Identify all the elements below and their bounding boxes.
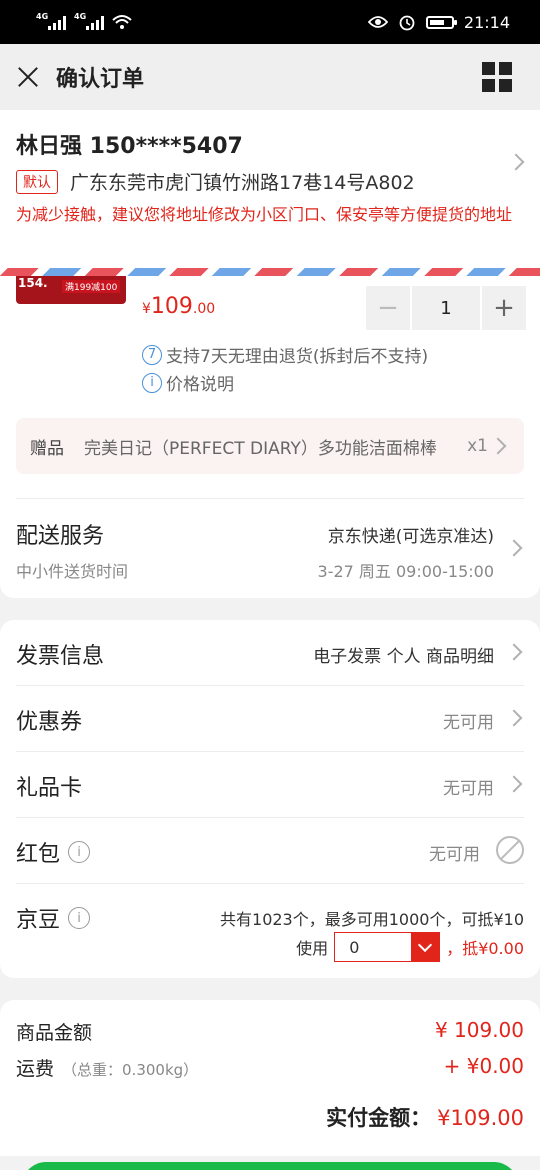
coupon-label: 优惠券 xyxy=(16,710,83,735)
invoice-label: 发票信息 xyxy=(16,644,105,669)
beans-select[interactable]: 0 xyxy=(334,932,441,962)
gift-count: x1 xyxy=(467,436,488,456)
invoice-value: 电子发票 个人 商品明细 xyxy=(313,647,494,667)
beans-label: 京豆 i xyxy=(16,902,91,934)
close-icon[interactable] xyxy=(16,65,40,89)
goods-amount-row: 商品金额 ¥ 109.00 xyxy=(16,1018,524,1045)
price-summary-card: 商品金额 ¥ 109.00 运费 （总重：0.300kg） + ¥0.00 xyxy=(0,1000,540,1098)
goods-amount-value: ¥ 109.00 xyxy=(434,1018,524,1042)
quantity-stepper: − 1 + xyxy=(366,286,526,330)
total-bar: 实付金额： ¥109.00 xyxy=(0,1098,540,1156)
chevron-down-icon[interactable] xyxy=(411,932,440,962)
shipping-carrier: 京东快递(可选京准达) xyxy=(327,527,494,547)
shipping-time: 3-27 周五 09:00-15:00 xyxy=(317,562,494,581)
chevron-right-icon xyxy=(505,539,523,557)
decrease-button[interactable]: − xyxy=(366,286,410,330)
wifi-icon xyxy=(112,15,132,29)
beans-row: 京豆 i 共有1023个，最多可用1000个，可抵¥10 使用 0 ，抵¥0.00 xyxy=(16,884,524,978)
chevron-right-icon xyxy=(505,775,523,793)
product-price: ¥109.00 xyxy=(142,294,216,319)
header-bar: 确认订单 xyxy=(0,44,540,110)
unavailable-icon xyxy=(496,836,524,864)
invoice-row[interactable]: 发票信息 电子发票 个人 商品明细 xyxy=(16,620,524,686)
product-image[interactable]: 154. 满199减100 xyxy=(16,276,126,304)
shipping-subtitle: 中小件送货时间 xyxy=(16,562,129,581)
beans-use: 使用 0 ，抵¥0.00 xyxy=(296,932,524,962)
freight-value: + ¥0.00 xyxy=(443,1054,524,1078)
signal-icon: 4G xyxy=(36,12,66,30)
coupon-row[interactable]: 优惠券 无可用 xyxy=(16,686,524,752)
chevron-right-icon xyxy=(505,709,523,727)
quantity-value[interactable]: 1 xyxy=(412,286,480,330)
gift-label: 赠品 xyxy=(30,438,64,459)
coupon-value: 无可用 xyxy=(443,713,494,733)
redpacket-value: 无可用 xyxy=(429,845,480,865)
eye-icon xyxy=(367,16,388,28)
giftcard-row[interactable]: 礼品卡 无可用 xyxy=(16,752,524,818)
product-card: 154. 满199减100 ¥109.00 − 1 + 7 支持7天无理由退货(拆… xyxy=(0,276,540,598)
network-status: 4G 4G xyxy=(36,12,132,30)
gift-name: 完美日记（PERFECT DIARY）多功能洁面棉棒 xyxy=(84,438,437,459)
grid-menu-icon[interactable] xyxy=(482,62,512,92)
beans-offset: ，抵¥0.00 xyxy=(446,939,524,958)
address-detail: 广东东莞市虎门镇竹洲路17巷14号A802 xyxy=(70,172,415,194)
divider xyxy=(16,498,524,499)
info-icon[interactable]: i xyxy=(68,841,91,863)
page-title: 确认订单 xyxy=(56,67,145,92)
freight-label: 运费 xyxy=(16,1058,55,1080)
chevron-right-icon xyxy=(505,643,523,661)
total-amount: 实付金额： ¥109.00 xyxy=(326,1106,524,1130)
info-icon[interactable]: i xyxy=(68,907,91,929)
signal-icon: 4G xyxy=(74,12,104,30)
default-address-badge: 默认 xyxy=(16,169,58,194)
increase-button[interactable]: + xyxy=(482,286,526,330)
chevron-right-icon xyxy=(489,437,507,455)
address-card[interactable]: 林日强 150****5407 默认 广东东莞市虎门镇竹洲路17巷14号A802… xyxy=(0,110,540,280)
beans-use-label: 使用 xyxy=(296,939,329,958)
freight-row: 运费 （总重：0.300kg） + ¥0.00 xyxy=(16,1054,524,1081)
recipient-name-phone: 林日强 150****5407 xyxy=(16,134,243,159)
clock: 21:14 xyxy=(463,12,510,32)
battery-icon xyxy=(425,15,457,29)
giftcard-value: 无可用 xyxy=(443,779,494,799)
redpacket-row: 红包 i 无可用 xyxy=(16,818,524,884)
price-note-link[interactable]: i 价格说明 xyxy=(142,370,234,395)
shipping-title: 配送服务 xyxy=(16,524,105,549)
address-hint: 为减少接触，建议您将地址修改为小区门口、保安亭等方便提货的地址 xyxy=(16,205,513,224)
beans-info: 共有1023个，最多可用1000个，可抵¥10 xyxy=(220,910,524,929)
alarm-icon xyxy=(399,15,415,31)
order-options-card: 发票信息 电子发票 个人 商品明细 优惠券 无可用 礼品卡 无可用 红包 i 无可… xyxy=(0,620,540,978)
submit-order-button[interactable] xyxy=(22,1162,518,1170)
info-icon: i xyxy=(142,372,162,393)
freight-weight: （总重：0.300kg） xyxy=(62,1061,199,1079)
address-divider-stripe xyxy=(0,268,540,276)
beans-select-value: 0 xyxy=(349,937,360,957)
giftcard-label: 礼品卡 xyxy=(16,776,83,801)
status-bar: 4G 4G 21:14 xyxy=(0,0,540,44)
goods-amount-label: 商品金额 xyxy=(16,1022,93,1044)
return-policy: 7 支持7天无理由退货(拆封后不支持) xyxy=(142,342,428,367)
gift-row[interactable]: 赠品 完美日记（PERFECT DIARY）多功能洁面棉棒 x1 xyxy=(16,418,524,474)
redpacket-label: 红包 i xyxy=(16,836,91,868)
seven-day-return-icon: 7 xyxy=(142,344,162,365)
